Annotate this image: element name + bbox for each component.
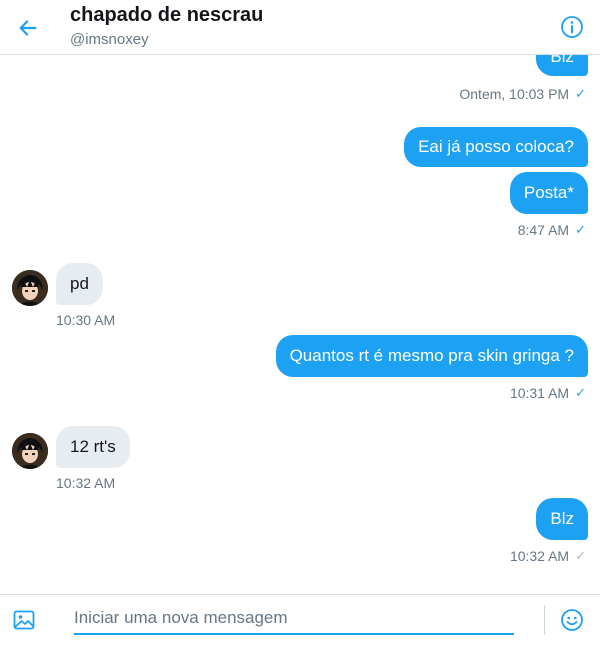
user-handle: @imsnoxey (70, 31, 149, 48)
message-text: Posta* (523, 183, 574, 202)
message-text: Blz (550, 509, 574, 528)
avatar-image (12, 270, 48, 306)
message-text: pd (70, 274, 89, 293)
conversation-title: chapado de nescrau (70, 4, 264, 26)
message-meta: 8:47 AM ✓ (518, 222, 586, 238)
message-timestamp: 10:31 AM (509, 385, 570, 401)
emoji-button[interactable] (560, 608, 584, 632)
avatar-image (12, 433, 48, 469)
conversation: Blz Ontem, 10:03 PM ✓ Eai já posso coloc… (0, 0, 600, 594)
message-input[interactable] (74, 603, 514, 633)
message-timestamp: 10:32 AM (56, 475, 116, 491)
checkmark-icon: ✓ (575, 385, 586, 400)
info-icon (561, 16, 583, 38)
checkmark-icon: ✓ (575, 548, 586, 563)
image-icon (13, 610, 35, 630)
info-button[interactable] (558, 13, 586, 41)
back-arrow-icon (19, 20, 37, 36)
message-bubble-outgoing[interactable]: Posta* (509, 172, 588, 214)
message-meta: 10:30 AM (56, 312, 115, 328)
emoji-icon (561, 609, 583, 631)
message-bubble-outgoing[interactable]: Quantos rt é mesmo pra skin gringa ? (275, 335, 588, 377)
message-text: Quantos rt é mesmo pra skin gringa ? (289, 346, 574, 365)
message-timestamp: 10:32 AM (509, 548, 570, 564)
message-bubble-outgoing[interactable]: Eai já posso coloca? (404, 127, 588, 167)
checkmark-icon: ✓ (575, 222, 586, 237)
message-meta: 10:31 AM ✓ (510, 385, 586, 401)
message-bubble-outgoing[interactable]: Blz (536, 498, 588, 540)
message-bubble-incoming[interactable]: 12 rt's (56, 426, 130, 468)
checkmark-icon: ✓ (575, 86, 586, 101)
avatar[interactable] (12, 433, 48, 469)
message-meta: 10:32 AM (56, 475, 115, 491)
avatar[interactable] (12, 270, 48, 306)
message-meta: Ontem, 10:03 PM ✓ (459, 86, 586, 102)
back-button[interactable] (12, 12, 44, 44)
message-timestamp: 10:30 AM (56, 312, 116, 328)
add-image-button[interactable] (12, 608, 38, 634)
message-text: 12 rt's (70, 437, 116, 456)
composer-divider (544, 605, 545, 635)
message-bubble-incoming[interactable]: pd (56, 263, 103, 305)
message-text: Eai já posso coloca? (418, 137, 574, 156)
message-timestamp: 8:47 AM (517, 222, 570, 238)
message-composer (0, 594, 600, 646)
message-meta: 10:32 AM ✓ (510, 548, 586, 564)
conversation-header: chapado de nescrau @imsnoxey (0, 0, 600, 55)
message-input-wrapper (74, 603, 514, 635)
message-timestamp: Ontem, 10:03 PM (459, 86, 570, 102)
